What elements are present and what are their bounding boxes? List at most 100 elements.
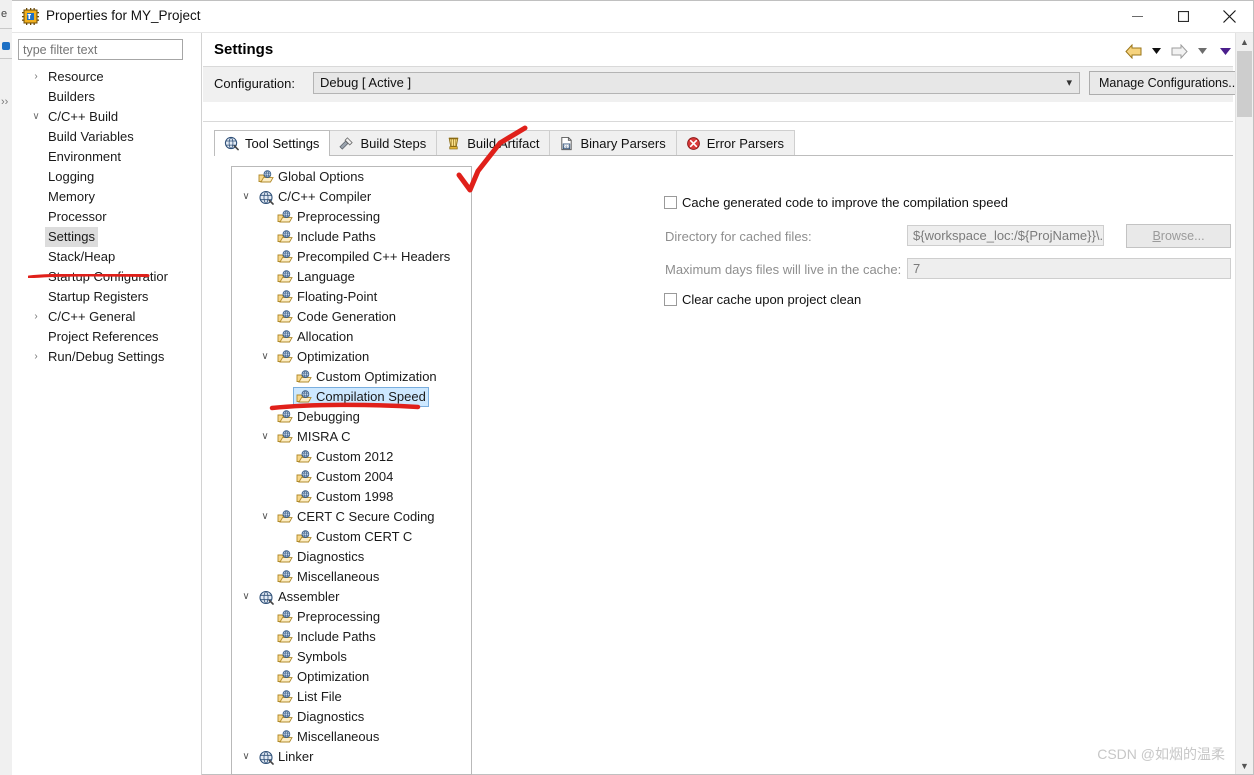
- tab-build-artifact[interactable]: Build Artifact: [436, 130, 551, 156]
- clear-cache-checkbox[interactable]: [664, 293, 677, 306]
- cache-generated-code-row[interactable]: Cache generated code to improve the comp…: [664, 193, 1231, 215]
- active-tab-joint: [215, 155, 328, 156]
- scrollbar-thumb[interactable]: [1237, 51, 1252, 117]
- forward-button[interactable]: [1169, 41, 1189, 61]
- tool-tree-item-list-file[interactable]: List File: [232, 687, 471, 707]
- tab-tool-settings[interactable]: Tool Settings: [214, 130, 331, 156]
- chevron-down-icon[interactable]: ∨: [240, 187, 252, 207]
- sidebar-item-project-references[interactable]: Project References: [12, 327, 202, 347]
- chevron-right-icon[interactable]: ›: [30, 67, 42, 87]
- sidebar-item-startup-registers[interactable]: Startup Registers: [12, 287, 202, 307]
- chevron-down-icon[interactable]: ∨: [30, 107, 42, 127]
- clear-cache-row[interactable]: Clear cache upon project clean: [664, 290, 1231, 312]
- sidebar-item-label: Builders: [48, 89, 95, 104]
- cache-generated-code-checkbox[interactable]: [664, 196, 677, 209]
- tool-tree-item-label: CERT C Secure Coding: [297, 509, 435, 524]
- tool-tree-item-label: Miscellaneous: [297, 729, 380, 744]
- tool-tree-item-custom-cert-c[interactable]: Custom CERT C: [232, 527, 471, 547]
- sidebar-item-resource[interactable]: › Resource: [12, 67, 202, 87]
- tool-tree-item-optimization[interactable]: Optimization: [232, 667, 471, 687]
- chevron-right-icon[interactable]: ›: [30, 347, 42, 367]
- tool-tree-item-preprocessing[interactable]: Preprocessing: [232, 607, 471, 627]
- tool-tree-item-custom-1998[interactable]: Custom 1998: [232, 487, 471, 507]
- sidebar-item-stack-heap[interactable]: Stack/Heap: [12, 247, 202, 267]
- tool-tree-item-diagnostics[interactable]: Diagnostics: [232, 547, 471, 567]
- maximize-button[interactable]: [1160, 1, 1206, 32]
- properties-chip-icon: [22, 8, 39, 25]
- tool-tree-item-custom-optimization[interactable]: Custom Optimization: [232, 367, 471, 387]
- sidebar-item-logging[interactable]: Logging: [12, 167, 202, 187]
- close-button[interactable]: [1206, 1, 1252, 32]
- view-menu-button[interactable]: [1215, 41, 1235, 61]
- sidebar-item-run-debug-settings[interactable]: › Run/Debug Settings: [12, 347, 202, 367]
- tool-tree-item-c-c++-compiler[interactable]: ∨ C/C++ Compiler: [232, 187, 471, 207]
- tool-tree-item-global-options[interactable]: Global Options: [232, 167, 471, 187]
- tool-tree-item-language[interactable]: Language: [232, 267, 471, 287]
- sidebar-item-environment[interactable]: Environment: [12, 147, 202, 167]
- back-history-menu[interactable]: [1146, 41, 1166, 61]
- sidebar-item-label: C/C++ General: [48, 309, 136, 324]
- tool-tree-item-assembler[interactable]: ∨ Assembler: [232, 587, 471, 607]
- tool-tree-item-include-paths[interactable]: Include Paths: [232, 227, 471, 247]
- page-vertical-scrollbar[interactable]: ▲ ▼: [1235, 33, 1253, 774]
- manage-configurations-button[interactable]: Manage Configurations...: [1089, 71, 1249, 95]
- settings-nav-tree: › Resource Builders ∨ C/C++ Build Build Varia…: [12, 67, 202, 367]
- tool-tree-item-code-generation[interactable]: Code Generation: [232, 307, 471, 327]
- scroll-down-arrow-icon[interactable]: ▼: [1236, 757, 1253, 774]
- tool-tree-item-custom-2004[interactable]: Custom 2004: [232, 467, 471, 487]
- sidebar-item-startup-configuratior[interactable]: Startup Configuratior: [12, 267, 202, 287]
- tool-tree-item-miscellaneous[interactable]: Miscellaneous: [232, 727, 471, 747]
- browse-button[interactable]: Browse...: [1126, 224, 1231, 248]
- chevron-down-icon[interactable]: ∨: [259, 427, 271, 447]
- chevron-down-icon[interactable]: ∨: [259, 347, 271, 367]
- scrollbar-track[interactable]: [1237, 117, 1252, 756]
- filter-input[interactable]: [18, 39, 183, 60]
- tool-tree-item-precompiled-c++-headers[interactable]: Precompiled C++ Headers: [232, 247, 471, 267]
- sidebar-item-processor[interactable]: Processor: [12, 207, 202, 227]
- configuration-select[interactable]: Debug [ Active ] ▾: [313, 72, 1080, 94]
- tool-options-tree[interactable]: Global Options ∨ C/C++ Compiler Preprocessi…: [231, 166, 472, 775]
- tool-tree-item-allocation[interactable]: Allocation: [232, 327, 471, 347]
- tool-tree-item-label: Assembler: [278, 589, 340, 604]
- tool-tree-item-include-paths[interactable]: Include Paths: [232, 627, 471, 647]
- sidebar-item-settings[interactable]: Settings: [12, 227, 202, 247]
- tool-tree-item-diagnostics[interactable]: Diagnostics: [232, 707, 471, 727]
- tool-tree-item-preprocessing[interactable]: Preprocessing: [232, 207, 471, 227]
- tool-tree-item-symbols[interactable]: Symbols: [232, 647, 471, 667]
- sidebar-item-label: Memory: [48, 189, 95, 204]
- tool-tree-item-content: Assembler: [255, 588, 342, 606]
- sidebar-item-c-c-build[interactable]: ∨ C/C++ Build: [12, 107, 202, 127]
- tool-tree-item-optimization[interactable]: ∨ Optimization: [232, 347, 471, 367]
- tab-error-parsers[interactable]: Error Parsers: [675, 130, 796, 156]
- tool-tree-item-label: Symbols: [297, 649, 347, 664]
- tool-tree-item-misra-c[interactable]: ∨ MISRA C: [232, 427, 471, 447]
- tool-tree-item-content: Preprocessing: [274, 208, 383, 226]
- tool-tree-item-floating-point[interactable]: Floating-Point: [232, 287, 471, 307]
- chevron-down-icon[interactable]: ∨: [259, 507, 271, 527]
- chevron-down-icon[interactable]: ∨: [240, 747, 252, 767]
- sidebar-item-memory[interactable]: Memory: [12, 187, 202, 207]
- forward-history-menu[interactable]: [1192, 41, 1212, 61]
- minimize-button[interactable]: [1114, 1, 1160, 32]
- tool-tree-item-miscellaneous[interactable]: Miscellaneous: [232, 567, 471, 587]
- tab-binary-parsers[interactable]: 010 Binary Parsers: [549, 130, 677, 156]
- tool-tabs: Tool Settings Build Steps Build Artifact 01…: [214, 130, 796, 156]
- tool-tree-item-content: Custom 1998: [293, 488, 396, 506]
- tool-tree-item-cert-c-secure-coding[interactable]: ∨ CERT C Secure Coding: [232, 507, 471, 527]
- back-button[interactable]: [1123, 41, 1143, 61]
- sidebar-item-c-c-general[interactable]: › C/C++ General: [12, 307, 202, 327]
- window-title: Properties for MY_Project: [46, 8, 201, 23]
- sidebar-item-build-variables[interactable]: Build Variables: [12, 127, 202, 147]
- maximum-days-input[interactable]: 7: [907, 258, 1231, 279]
- chevron-right-icon[interactable]: ›: [30, 307, 42, 327]
- scroll-up-arrow-icon[interactable]: ▲: [1236, 33, 1253, 50]
- tool-tree-item-linker[interactable]: ∨ Linker: [232, 747, 471, 767]
- tool-tree-item-compilation-speed[interactable]: Compilation Speed: [232, 387, 471, 407]
- chevron-down-icon[interactable]: ∨: [240, 587, 252, 607]
- directory-for-cached-files-input[interactable]: ${workspace_loc:/${ProjName}}\.cache: [907, 225, 1104, 246]
- tab-build-steps[interactable]: Build Steps: [329, 130, 438, 156]
- tool-tree-item-content: Precompiled C++ Headers: [274, 248, 453, 266]
- sidebar-item-builders[interactable]: Builders: [12, 87, 202, 107]
- tool-tree-item-custom-2012[interactable]: Custom 2012: [232, 447, 471, 467]
- tool-tree-item-debugging[interactable]: Debugging: [232, 407, 471, 427]
